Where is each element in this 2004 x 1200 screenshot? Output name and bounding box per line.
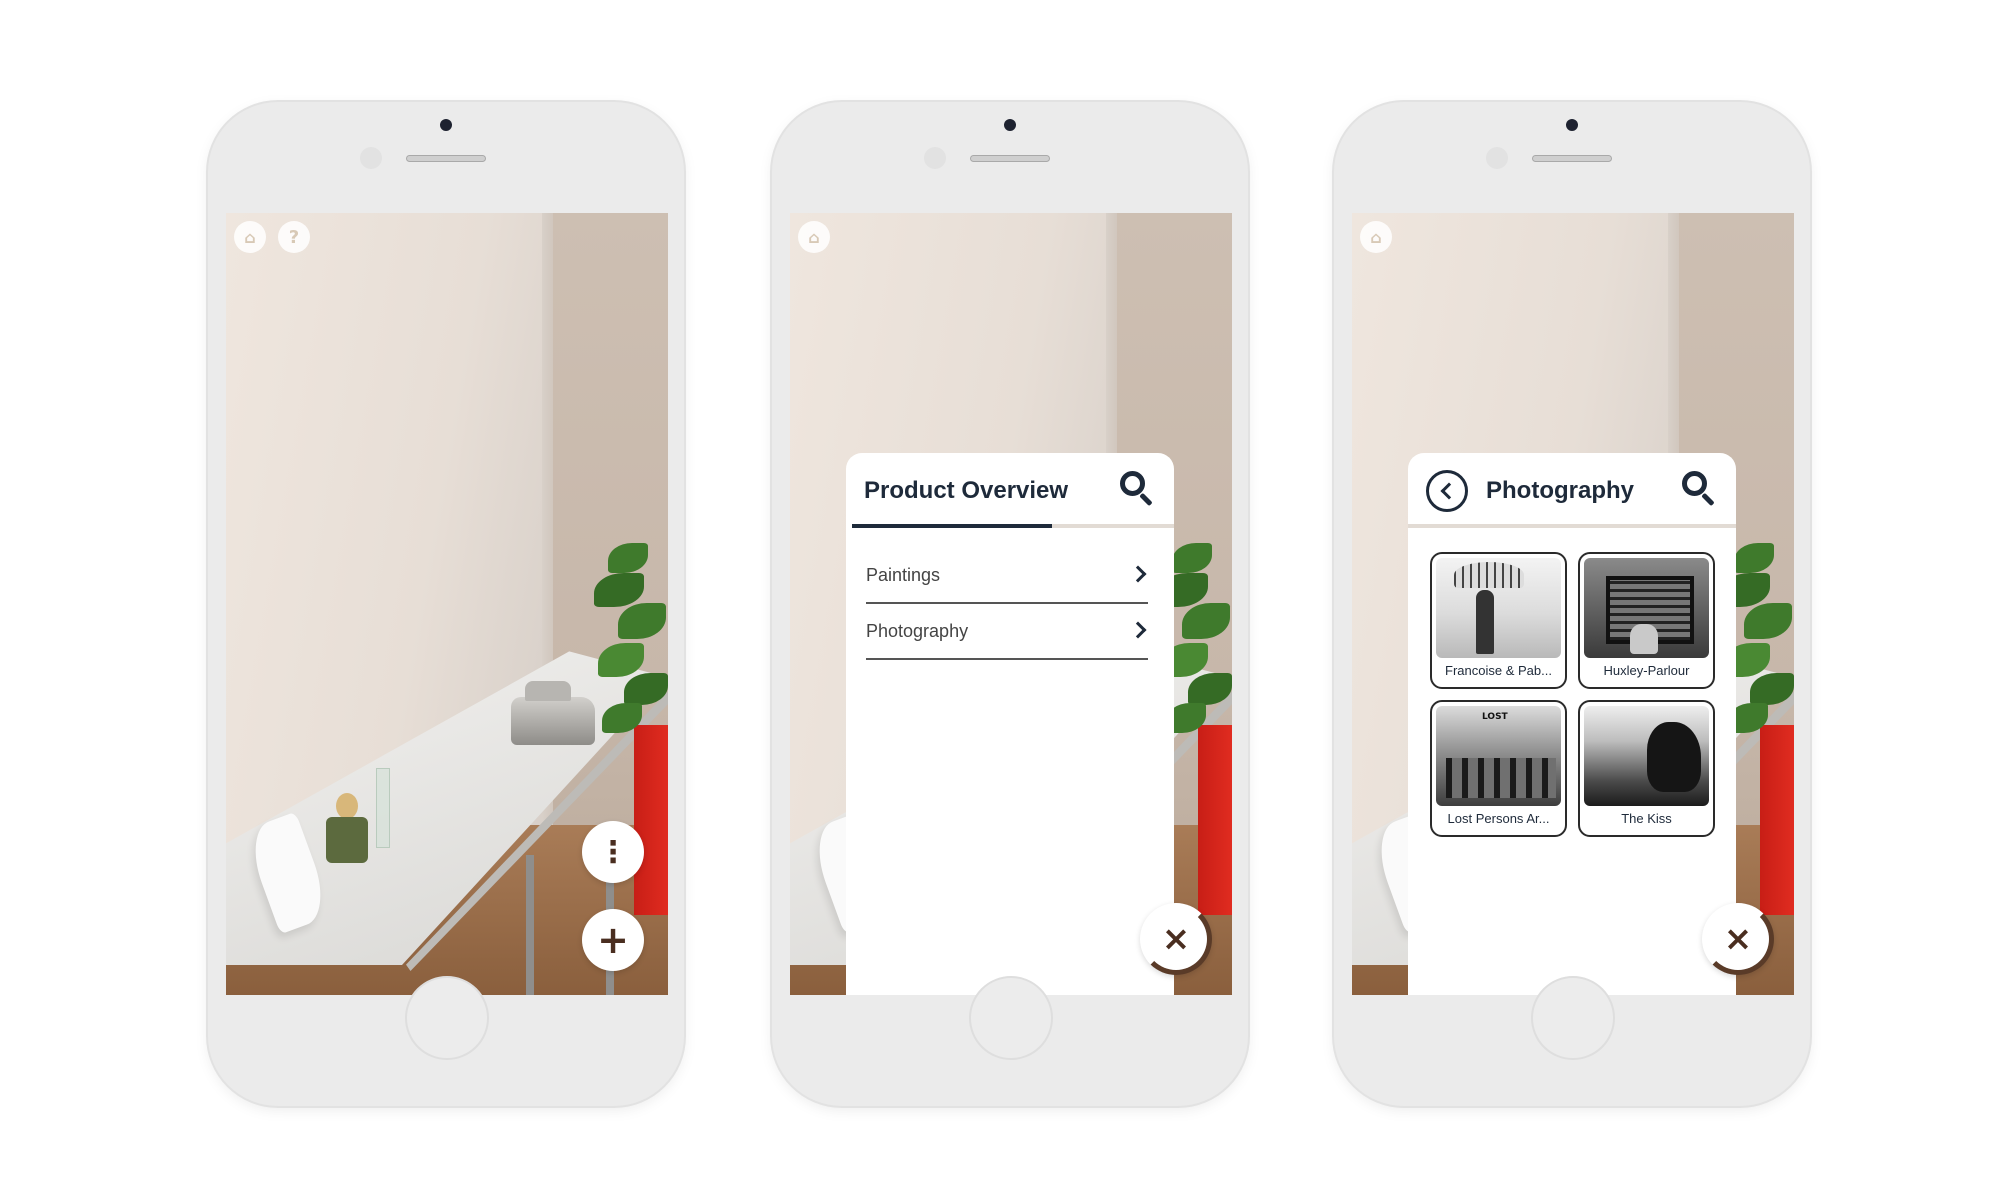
tab-indicator [852, 524, 1052, 528]
artwork-thumbnail [1584, 558, 1709, 658]
phone-product-overview: ⌂ Product Overview Paintings Photography [772, 102, 1248, 1106]
chevron-left-icon [1440, 482, 1458, 499]
artwork-thumbnail [1584, 706, 1709, 806]
proximity-sensor [360, 147, 382, 169]
artwork-grid: Francoise & Pab... Huxley-Parlour Lost P… [1408, 528, 1736, 837]
phone-home-button [969, 976, 1053, 1060]
home-button[interactable]: ⌂ [798, 221, 830, 253]
screen: ⌂ ? ⋮ + [226, 213, 668, 995]
panel-header: Product Overview [846, 453, 1174, 528]
category-item-paintings[interactable]: Paintings [866, 548, 1148, 604]
search-icon[interactable] [1682, 471, 1716, 507]
artwork-thumbnail [1436, 558, 1561, 658]
search-icon[interactable] [1120, 471, 1154, 507]
earpiece-speaker [970, 155, 1050, 162]
figurine [322, 793, 370, 863]
close-icon: × [1161, 919, 1191, 959]
screen: ⌂ Photography Francoise & Pab... Huxley-… [1352, 213, 1794, 995]
home-button[interactable]: ⌂ [1360, 221, 1392, 253]
proximity-sensor [1486, 147, 1508, 169]
category-label: Photography [866, 620, 969, 641]
artwork-thumbnail [1436, 706, 1561, 806]
help-button[interactable]: ? [278, 221, 310, 253]
panel-title: Product Overview [864, 476, 1069, 504]
add-icon: + [597, 918, 629, 962]
home-icon: ⌂ [808, 227, 820, 247]
home-icon: ⌂ [244, 227, 256, 247]
close-button[interactable]: × [1140, 903, 1212, 975]
help-icon: ? [288, 226, 300, 248]
artwork-caption: Huxley-Parlour [1603, 663, 1690, 678]
earpiece-speaker [406, 155, 486, 162]
proximity-sensor [924, 147, 946, 169]
panel-header: Photography [1408, 453, 1736, 528]
phone-home-button [1531, 976, 1615, 1060]
artwork-card[interactable]: Huxley-Parlour [1578, 552, 1715, 689]
category-label: Paintings [866, 564, 941, 585]
category-item-photography[interactable]: Photography [866, 604, 1148, 660]
car-model [511, 681, 595, 745]
add-button[interactable]: + [582, 909, 644, 971]
artwork-caption: The Kiss [1621, 811, 1672, 826]
artwork-card[interactable]: Lost Persons Ar... [1430, 700, 1567, 837]
phone-photography: ⌂ Photography Francoise & Pab... Huxley-… [1334, 102, 1810, 1106]
panel-title: Photography [1486, 476, 1634, 504]
chevron-right-icon [1129, 621, 1147, 639]
back-button[interactable] [1426, 469, 1468, 512]
product-overview-panel: Product Overview Paintings Photography [846, 453, 1174, 995]
more-options-icon: ⋮ [598, 834, 628, 870]
more-options-button[interactable]: ⋮ [582, 821, 644, 883]
front-camera [1566, 119, 1578, 131]
artwork-card[interactable]: Francoise & Pab... [1430, 552, 1567, 689]
phone-ar-view: ⌂ ? ⋮ + [208, 102, 684, 1106]
category-list: Paintings Photography [846, 528, 1174, 660]
artwork-caption: Francoise & Pab... [1445, 663, 1552, 678]
artwork-card[interactable]: The Kiss [1578, 700, 1715, 837]
chevron-right-icon [1129, 565, 1147, 583]
artwork-caption: Lost Persons Ar... [1447, 811, 1550, 826]
close-button[interactable]: × [1702, 903, 1774, 975]
home-icon: ⌂ [1370, 227, 1382, 247]
home-button[interactable]: ⌂ [234, 221, 266, 253]
earpiece-speaker [1532, 155, 1612, 162]
photography-panel: Photography Francoise & Pab... Huxley-Pa… [1408, 453, 1736, 995]
front-camera [440, 119, 452, 131]
phone-home-button [405, 976, 489, 1060]
front-camera [1004, 119, 1016, 131]
screen: ⌂ Product Overview Paintings Photography [790, 213, 1232, 995]
close-icon: × [1723, 919, 1753, 959]
